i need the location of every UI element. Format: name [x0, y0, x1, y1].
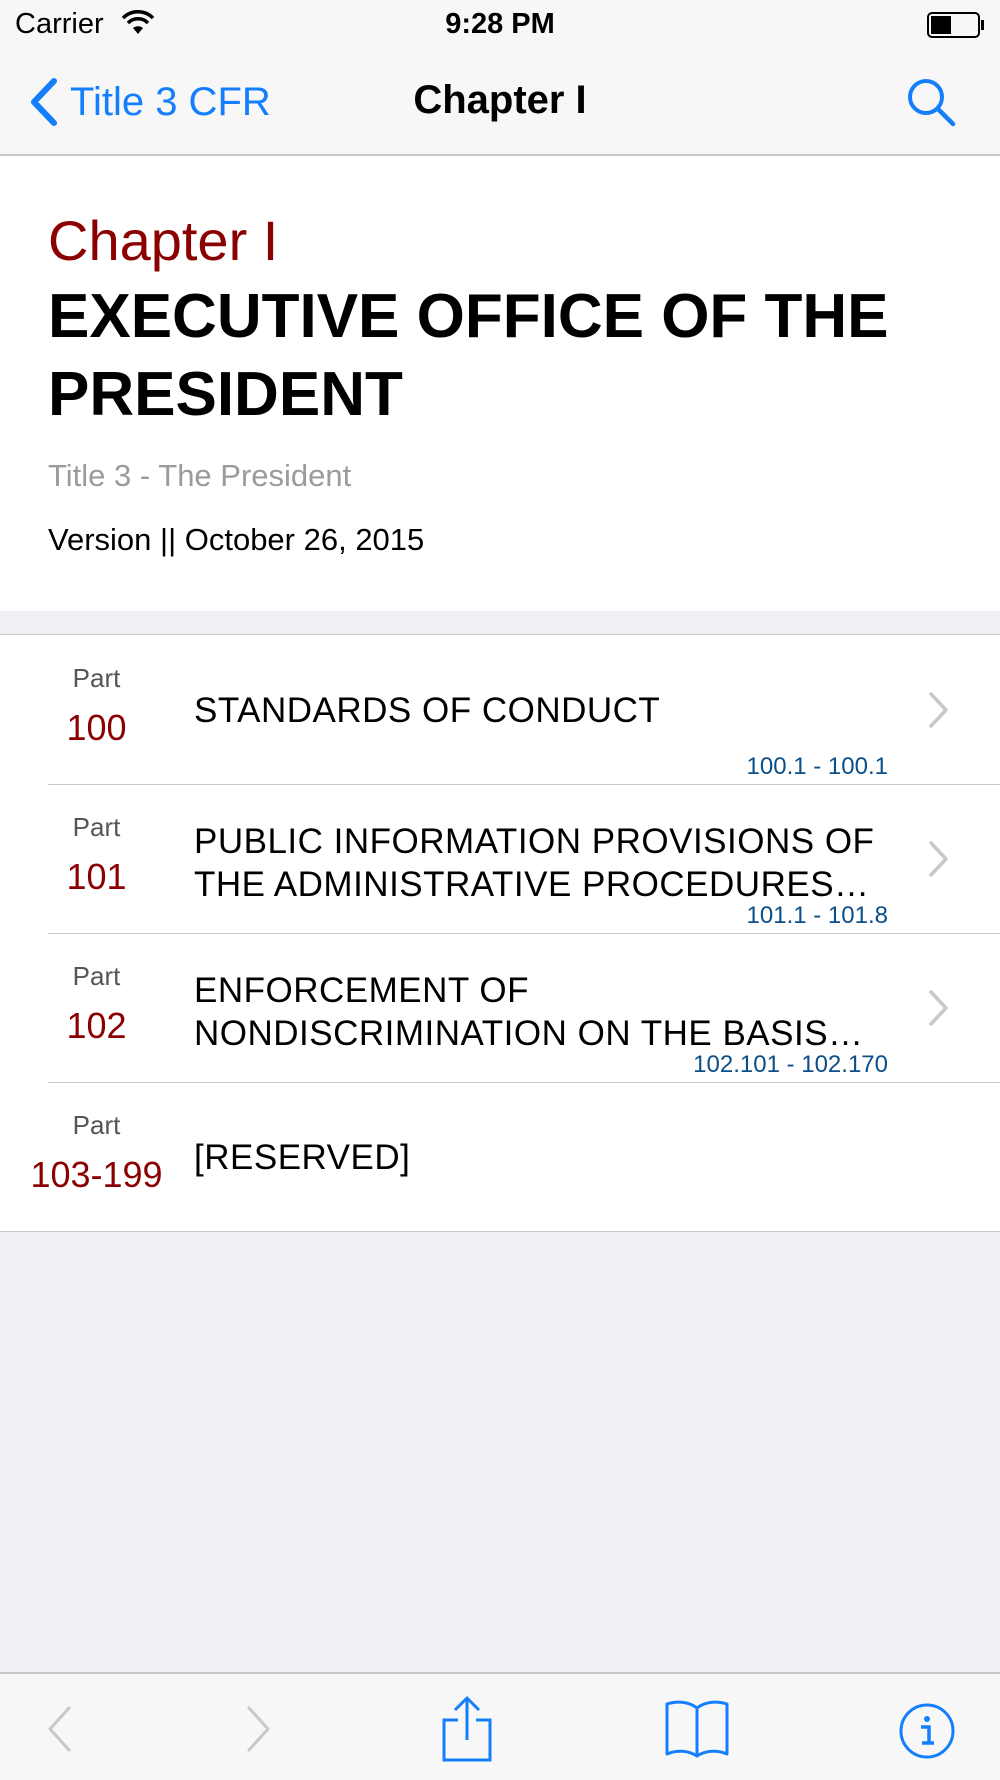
part-row-103-199: Part 103-199 [RESERVED]	[0, 1082, 1000, 1231]
bookmarks-icon	[665, 1700, 729, 1758]
part-title: [RESERVED]	[194, 1138, 411, 1177]
bookmarks-button[interactable]	[664, 1698, 730, 1758]
chevron-right-icon	[929, 841, 948, 877]
part-title: ENFORCEMENT OF NONDISCRIMINATION ON THE …	[194, 971, 864, 1053]
part-title: PUBLIC INFORMATION PROVISIONS OF THE ADM…	[194, 822, 875, 904]
info-icon	[899, 1703, 955, 1759]
part-row-102[interactable]: Part 102 ENFORCEMENT OF NONDISCRIMINATIO…	[0, 933, 1000, 1082]
chevron-right-icon	[929, 692, 948, 728]
chapter-label: Chapter I	[48, 209, 279, 272]
status-bar: Carrier 9:28 PM	[0, 0, 1000, 52]
chapter-header: Chapter I EXECUTIVE OFFICE OF THE PRESID…	[0, 156, 1000, 611]
battery-icon	[927, 12, 984, 38]
part-label: Part	[72, 812, 121, 842]
part-section-range: 102.101 - 102.170	[693, 1051, 888, 1078]
title-subtitle: Title 3 - The President	[48, 458, 352, 493]
forward-arrow-icon	[247, 1706, 270, 1752]
navigation-bar: Title 3 CFR Chapter I	[0, 52, 1000, 156]
part-number: 100	[66, 707, 127, 748]
info-button[interactable]	[898, 1702, 956, 1760]
part-label: Part	[72, 663, 121, 693]
status-time: 9:28 PM	[445, 8, 555, 40]
forward-arrow-button[interactable]	[244, 1704, 274, 1754]
part-number: 101	[66, 856, 127, 897]
part-label: Part	[72, 961, 121, 991]
version-label: Version || October 26, 2015	[48, 522, 425, 557]
search-icon[interactable]	[903, 74, 959, 130]
part-label: Part	[72, 1110, 121, 1140]
back-arrow-button[interactable]	[44, 1704, 74, 1754]
part-row-100[interactable]: Part 100 STANDARDS OF CONDUCT 100.1 - 10…	[0, 635, 1000, 784]
part-section-range: 101.1 - 101.8	[746, 902, 888, 929]
part-number: 102	[66, 1005, 127, 1046]
bottom-toolbar	[0, 1672, 1000, 1780]
part-number: 103-199	[30, 1154, 163, 1195]
back-arrow-icon	[48, 1706, 71, 1752]
part-title: STANDARDS OF CONDUCT	[194, 691, 661, 730]
share-icon	[442, 1696, 492, 1762]
part-row-101[interactable]: Part 101 PUBLIC INFORMATION PROVISIONS O…	[0, 784, 1000, 933]
share-button[interactable]	[440, 1694, 494, 1764]
part-section-range: 100.1 - 100.1	[746, 753, 888, 780]
chevron-right-icon	[929, 990, 948, 1026]
chapter-title: EXECUTIVE OFFICE OF THE PRESIDENT	[48, 282, 889, 429]
nav-title: Chapter I	[413, 78, 587, 122]
parts-list: Part 100 STANDARDS OF CONDUCT 100.1 - 10…	[0, 634, 1000, 1232]
